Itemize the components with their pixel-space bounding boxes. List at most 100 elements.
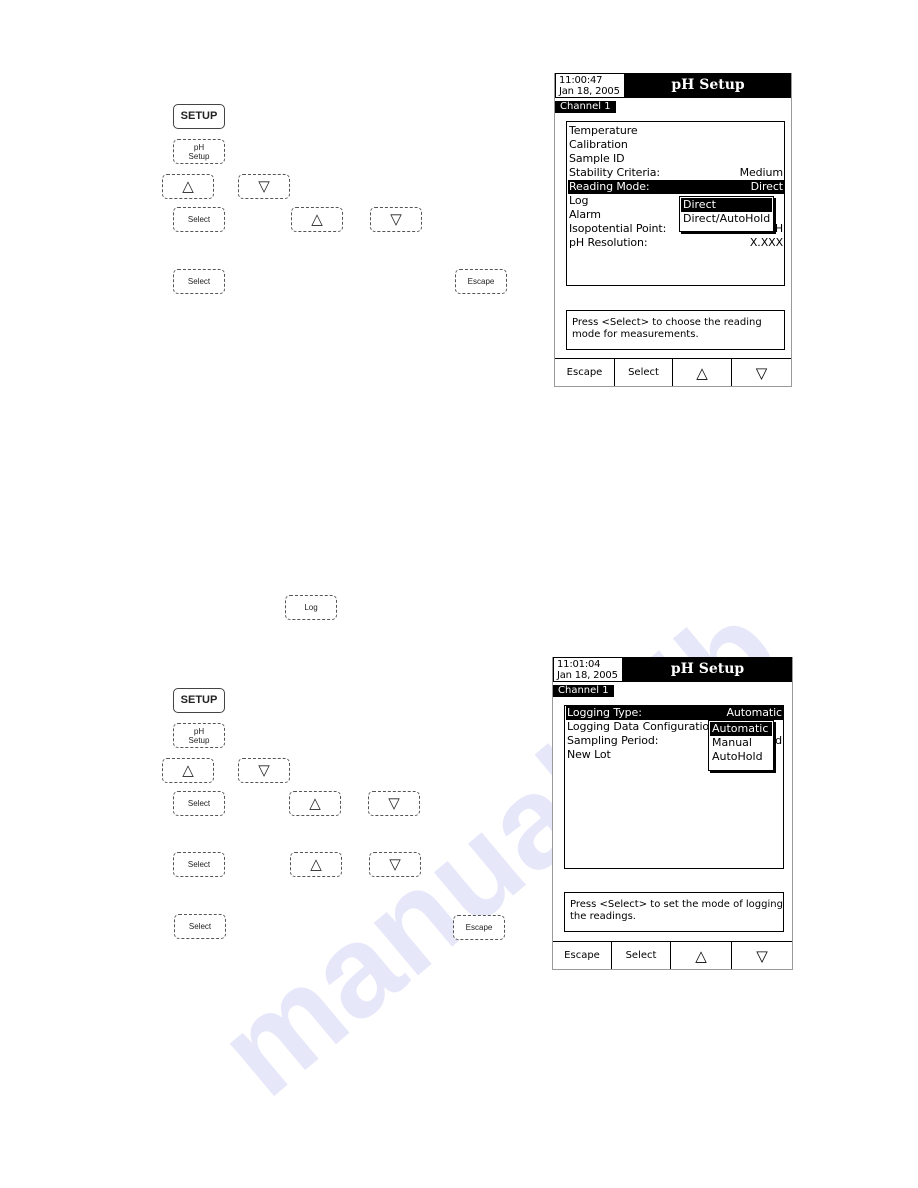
ph-setup-screen-logging-type: 11:01:04 Jan 18, 2005 pH Setup Channel 1…	[552, 657, 793, 970]
softkey-escape[interactable]: Escape	[553, 942, 612, 969]
menu-item-reading-mode[interactable]: Reading Mode: Direct	[568, 180, 784, 194]
clock: 11:00:47 Jan 18, 2005	[555, 73, 625, 98]
menu-item-label: Calibration	[569, 138, 628, 151]
down-arrow-key[interactable]: ▽	[370, 207, 422, 232]
menu-item-label: Log	[569, 194, 589, 207]
softkey-up[interactable]: △	[673, 359, 732, 386]
menu-item-label: Sampling Period:	[567, 734, 659, 747]
dropdown-option-autohold[interactable]: AutoHold	[710, 750, 772, 764]
menu-item-stability-criteria[interactable]: Stability Criteria: Medium	[568, 166, 784, 180]
up-arrow-key[interactable]: △	[162, 758, 214, 783]
softkey-down[interactable]: ▽	[732, 359, 791, 386]
select-key-label: Select	[187, 215, 211, 224]
ph-setup-key-label-2: Setup	[188, 735, 210, 745]
clock-time: 11:01:04	[557, 659, 601, 670]
menu-item-label: Sample ID	[569, 152, 625, 165]
ph-setup-key-label-2: Setup	[188, 151, 210, 161]
select-key[interactable]: Select	[173, 207, 225, 232]
up-triangle-icon: △	[182, 178, 194, 195]
dropdown-option-direct-autohold[interactable]: Direct/AutoHold	[681, 212, 772, 226]
help-text-line: the readings.	[570, 911, 636, 922]
menu-item-value: Medium	[739, 166, 783, 179]
down-arrow-key[interactable]: ▽	[238, 174, 290, 199]
down-arrow-key[interactable]: ▽	[238, 758, 290, 783]
screen-title: pH Setup	[670, 661, 745, 677]
menu-item-ph-resolution[interactable]: pH Resolution: X.XXX	[568, 236, 784, 250]
reading-mode-dropdown[interactable]: Direct Direct/AutoHold	[679, 196, 774, 232]
channel-label: Channel 1	[553, 685, 614, 697]
softkey-label: Escape	[564, 950, 600, 961]
ph-setup-key[interactable]: pH Setup	[173, 139, 225, 164]
escape-key[interactable]: Escape	[453, 915, 505, 940]
up-triangle-icon: △	[310, 856, 322, 873]
select-key[interactable]: Select	[173, 791, 225, 816]
menu-item-calibration[interactable]: Calibration	[568, 138, 784, 152]
logging-type-dropdown[interactable]: Automatic Manual AutoHold	[708, 720, 774, 771]
menu-item-value: Direct	[750, 180, 783, 193]
menu-item-label: New Lot	[567, 748, 611, 761]
menu-item-logging-type[interactable]: Logging Type: Automatic	[566, 706, 783, 720]
help-text-box: Press <Select> to choose the reading mod…	[566, 310, 785, 350]
select-key-label: Select	[187, 860, 211, 869]
down-arrow-key[interactable]: ▽	[369, 852, 421, 877]
help-text-line: Press <Select> to choose the reading	[572, 317, 762, 328]
select-key[interactable]: Select	[174, 914, 226, 939]
dropdown-option-manual[interactable]: Manual	[710, 736, 772, 750]
menu-item-label: Temperature	[569, 124, 638, 137]
softkey-label: Escape	[566, 367, 603, 378]
softkey-bar: Escape Select △ ▽	[553, 941, 792, 969]
menu-item-label: Reading Mode:	[569, 180, 650, 193]
down-triangle-icon: ▽	[258, 178, 270, 195]
up-arrow-key[interactable]: △	[289, 791, 341, 816]
softkey-down[interactable]: ▽	[732, 942, 792, 969]
down-triangle-icon: ▽	[755, 363, 768, 382]
setup-key[interactable]: SETUP	[173, 688, 225, 713]
up-arrow-key[interactable]: △	[290, 852, 342, 877]
up-arrow-key[interactable]: △	[162, 174, 214, 199]
select-key[interactable]: Select	[173, 852, 225, 877]
menu-item-value: X.XXX	[749, 236, 783, 249]
softkey-label: Select	[628, 367, 659, 378]
channel-label: Channel 1	[555, 101, 616, 113]
up-triangle-icon: △	[309, 795, 321, 812]
clock-date: Jan 18, 2005	[557, 670, 618, 681]
down-triangle-icon: ▽	[258, 762, 270, 779]
ph-setup-key[interactable]: pH Setup	[173, 723, 225, 748]
select-key[interactable]: Select	[173, 269, 225, 294]
help-text-line: mode for measurements.	[572, 329, 699, 340]
menu-item-label: Logging Data Configuration	[567, 720, 716, 733]
select-key-label: Select	[188, 922, 212, 931]
softkey-bar: Escape Select △ ▽	[555, 358, 791, 386]
menu-item-value: d	[775, 734, 782, 747]
softkey-select[interactable]: Select	[615, 359, 673, 386]
select-key-label: Select	[187, 799, 211, 808]
menu-item-sample-id[interactable]: Sample ID	[568, 152, 784, 166]
up-triangle-icon: △	[182, 762, 194, 779]
up-arrow-key[interactable]: △	[291, 207, 343, 232]
setup-key[interactable]: SETUP	[173, 104, 225, 129]
softkey-select[interactable]: Select	[612, 942, 671, 969]
setup-key-label: SETUP	[180, 110, 218, 122]
menu-item-temperature[interactable]: Temperature	[568, 124, 784, 138]
menu-item-label: Logging Type:	[567, 706, 642, 719]
up-triangle-icon: △	[695, 946, 707, 965]
softkey-up[interactable]: △	[671, 942, 732, 969]
down-arrow-key[interactable]: ▽	[368, 791, 420, 816]
log-key[interactable]: Log	[285, 595, 337, 620]
dropdown-option-automatic[interactable]: Automatic	[710, 722, 772, 736]
menu-item-label: Stability Criteria:	[569, 166, 660, 179]
up-triangle-icon: △	[311, 211, 323, 228]
menu-item-label: pH Resolution:	[569, 236, 648, 249]
softkey-escape[interactable]: Escape	[555, 359, 615, 386]
clock-time: 11:00:47	[559, 75, 603, 86]
clock-date: Jan 18, 2005	[559, 86, 620, 97]
help-text-line: Press <Select> to set the mode of loggin…	[570, 899, 783, 910]
down-triangle-icon: ▽	[390, 211, 402, 228]
setup-key-label: SETUP	[180, 694, 218, 706]
down-triangle-icon: ▽	[389, 856, 401, 873]
escape-key[interactable]: Escape	[455, 269, 507, 294]
softkey-label: Select	[625, 950, 657, 961]
dropdown-option-direct[interactable]: Direct	[681, 198, 772, 212]
menu-item-label: Alarm	[569, 208, 601, 221]
down-triangle-icon: ▽	[756, 946, 768, 965]
